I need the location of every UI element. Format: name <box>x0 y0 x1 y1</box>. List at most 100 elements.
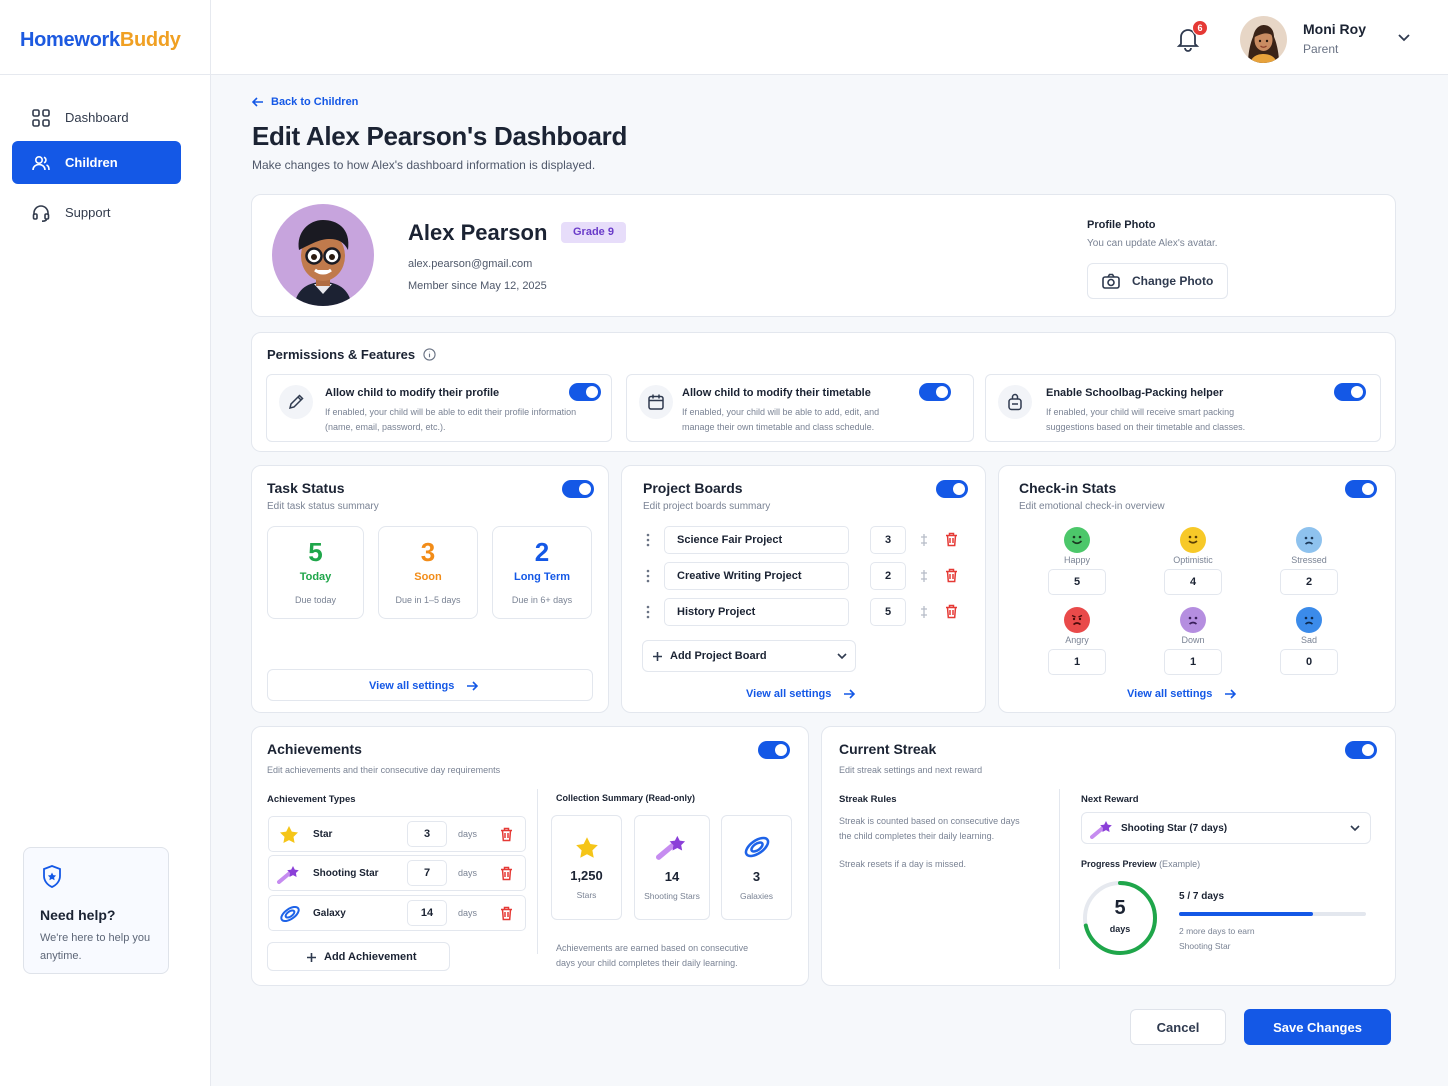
checkin-toggle[interactable] <box>1345 480 1377 498</box>
trash-icon[interactable] <box>945 532 958 547</box>
reorder-icon[interactable] <box>919 533 929 547</box>
help-title: Need help? <box>40 907 116 923</box>
project-boards-toggle[interactable] <box>936 480 968 498</box>
trash-icon[interactable] <box>945 568 958 583</box>
backpack-icon <box>998 385 1032 419</box>
checkin-title: Check-in Stats <box>1019 480 1117 496</box>
headset-icon <box>32 204 50 222</box>
next-reward-value: Shooting Star (7 days) <box>1121 823 1228 834</box>
project-board-name[interactable]: History Project <box>664 598 849 626</box>
happy-face-icon <box>1064 527 1090 553</box>
project-boards-title: Project Boards <box>643 480 743 496</box>
drag-handle-icon[interactable] <box>645 569 651 583</box>
permission-desc-line: If enabled, your child will be able to e… <box>325 407 577 417</box>
drag-handle-icon[interactable] <box>645 533 651 547</box>
cancel-button[interactable]: Cancel <box>1130 1009 1226 1045</box>
sidebar-item-dashboard[interactable]: Dashboard <box>12 96 181 139</box>
achievement-days-input[interactable]: 14 <box>407 900 447 926</box>
achievement-name: Shooting Star <box>313 868 379 879</box>
permission-title: Allow child to modify their timetable <box>682 387 871 399</box>
page-subtitle: Make changes to how Alex's dashboard inf… <box>252 158 596 172</box>
project-board-row: History Project 5 <box>642 598 967 626</box>
mood-value[interactable]: 5 <box>1048 569 1106 595</box>
chevron-down-icon <box>837 653 847 660</box>
add-achievement-button[interactable]: Add Achievement <box>267 942 450 971</box>
mood-value[interactable]: 4 <box>1164 569 1222 595</box>
project-boards-card: Project Boards Edit project boards summa… <box>621 465 986 713</box>
project-board-row: Science Fair Project 3 <box>642 526 967 554</box>
mood-value[interactable]: 0 <box>1280 649 1338 675</box>
trash-icon[interactable] <box>500 866 513 881</box>
stat-today: 5 Today Due today <box>267 526 364 619</box>
reorder-icon[interactable] <box>919 605 929 619</box>
chevron-down-icon <box>1350 825 1360 832</box>
achievement-days-input[interactable]: 3 <box>407 821 447 847</box>
project-board-count[interactable]: 5 <box>870 598 906 626</box>
sidebar-item-support[interactable]: Support <box>12 191 181 234</box>
view-all-settings-link[interactable]: View all settings <box>369 680 479 692</box>
timetable-edit-toggle[interactable] <box>919 383 951 401</box>
view-all-settings-link[interactable]: View all settings <box>746 688 856 700</box>
change-photo-button[interactable]: Change Photo <box>1087 263 1228 299</box>
drag-handle-icon[interactable] <box>645 605 651 619</box>
mood-value[interactable]: 2 <box>1280 569 1338 595</box>
help-text: We're here to help you anytime. <box>40 932 151 962</box>
achievement-name: Galaxy <box>313 908 346 919</box>
project-board-name[interactable]: Science Fair Project <box>664 526 849 554</box>
project-board-count[interactable]: 3 <box>870 526 906 554</box>
child-email: alex.pearson@gmail.com <box>408 258 533 270</box>
section-divider <box>1059 789 1060 969</box>
page-title: Edit Alex Pearson's Dashboard <box>252 121 628 151</box>
back-link[interactable]: Back to Children <box>252 96 358 108</box>
reorder-icon[interactable] <box>919 569 929 583</box>
achievement-days-unit: days <box>458 908 478 918</box>
task-status-toggle[interactable] <box>562 480 594 498</box>
user-avatar[interactable] <box>1240 16 1287 63</box>
achievement-days-input[interactable]: 7 <box>407 860 447 886</box>
pencil-icon <box>279 385 313 419</box>
child-avatar <box>272 204 374 306</box>
mood-sad: Sad 0 <box>1280 607 1338 675</box>
progress-bar-track <box>1179 912 1366 916</box>
task-view-settings-button[interactable]: View all settings <box>267 669 593 701</box>
save-changes-button[interactable]: Save Changes <box>1244 1009 1391 1045</box>
project-board-name[interactable]: Creative Writing Project <box>664 562 849 590</box>
mood-value[interactable]: 1 <box>1164 649 1222 675</box>
achievements-note: Achievements are earned based on consecu… <box>556 941 748 971</box>
schoolbag-helper-toggle[interactable] <box>1334 383 1366 401</box>
remaining-line: 2 more days to earn <box>1179 926 1255 936</box>
info-icon[interactable] <box>423 348 436 361</box>
achievements-toggle[interactable] <box>758 741 790 759</box>
mood-value[interactable]: 1 <box>1048 649 1106 675</box>
note-line: Achievements are earned based on consecu… <box>556 943 749 953</box>
project-boards-subtitle: Edit project boards summary <box>643 501 771 512</box>
view-all-settings-link[interactable]: View all settings <box>1127 688 1237 700</box>
mood-label: Stressed <box>1291 555 1327 565</box>
permission-item-profile: Allow child to modify their profile If e… <box>266 374 612 442</box>
summary-value: 1,250 <box>570 868 603 883</box>
trash-icon[interactable] <box>500 827 513 842</box>
shooting-star-icon <box>656 835 686 860</box>
down-face-icon <box>1180 607 1206 633</box>
camera-icon <box>1102 273 1120 289</box>
sidebar-item-children[interactable]: Children <box>12 141 181 184</box>
project-board-count[interactable]: 2 <box>870 562 906 590</box>
trash-icon[interactable] <box>500 906 513 921</box>
note-line: days your child completes their daily le… <box>556 958 738 968</box>
link-label: View all settings <box>1127 688 1213 700</box>
permission-item-schoolbag: Enable Schoolbag-Packing helper If enabl… <box>985 374 1381 442</box>
chevron-down-icon[interactable] <box>1397 33 1411 43</box>
calendar-icon <box>639 385 673 419</box>
streak-toggle[interactable] <box>1345 741 1377 759</box>
shield-star-icon <box>43 865 61 888</box>
permissions-title-text: Permissions & Features <box>267 347 416 362</box>
trash-icon[interactable] <box>945 604 958 619</box>
task-status-card: Task Status Edit task status summary 5 T… <box>251 465 609 713</box>
add-project-board-dropdown[interactable]: Add Project Board <box>642 640 856 672</box>
task-status-title: Task Status <box>267 480 345 496</box>
profile-edit-toggle[interactable] <box>569 383 601 401</box>
next-reward-dropdown[interactable]: Shooting Star (7 days) <box>1081 812 1371 844</box>
brand-logo[interactable]: HomeworkBuddy <box>20 29 181 52</box>
progress-preview-title: Progress Preview (Example) <box>1081 859 1200 869</box>
permission-desc: If enabled, your child will receive smar… <box>1046 405 1245 435</box>
